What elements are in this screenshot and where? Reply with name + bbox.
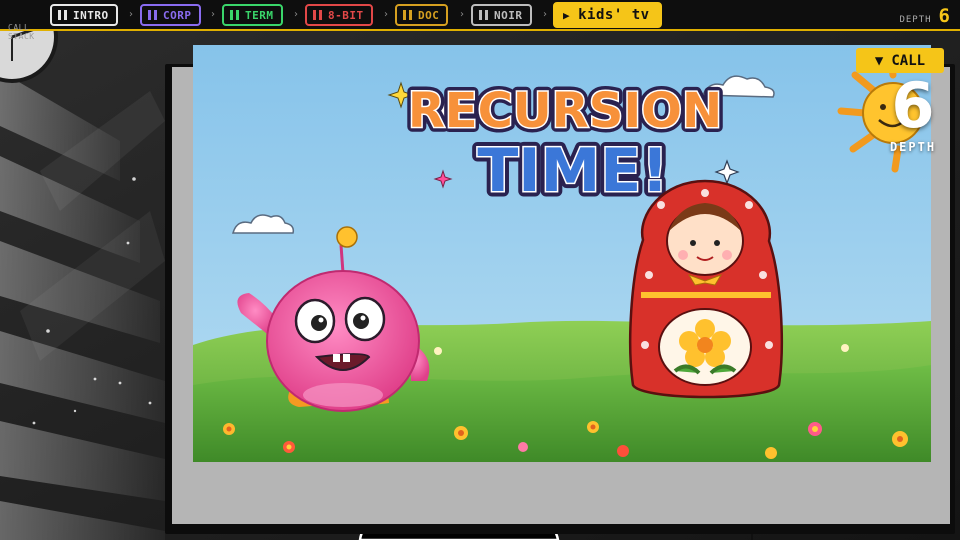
depth-indicator: DEPTH 6 bbox=[899, 5, 950, 27]
chevron-right-icon: › bbox=[543, 9, 547, 20]
chevron-right-icon: › bbox=[460, 9, 464, 20]
stack-frame-corp[interactable]: CORP bbox=[140, 4, 201, 26]
matryoshka-doll-character bbox=[628, 179, 784, 399]
stack-frame-kids-tv-active[interactable]: ▶ kids' tv bbox=[553, 2, 662, 28]
pause-icon bbox=[58, 10, 67, 20]
pause-icon bbox=[313, 10, 322, 20]
chevron-right-icon: › bbox=[294, 9, 298, 20]
tv-screen: RECURSION RECURSION TIME! TIME! bbox=[193, 45, 931, 462]
title-line-2: TIME! bbox=[477, 136, 668, 206]
stack-frame-label: CORP bbox=[163, 8, 192, 22]
stack-frame-term[interactable]: TERM bbox=[222, 4, 283, 26]
stack-frame-label: INTRO bbox=[73, 8, 109, 22]
kids-tv-scene: RECURSION RECURSION TIME! TIME! bbox=[193, 45, 931, 462]
chevron-right-icon: › bbox=[384, 9, 388, 20]
stack-frame-label: TERM bbox=[245, 8, 274, 22]
stack-frame-label: NOIR bbox=[494, 8, 523, 22]
title-line-1: RECURSION bbox=[408, 83, 722, 139]
pause-icon bbox=[403, 10, 412, 20]
stack-frame-intro[interactable]: INTRO bbox=[50, 4, 118, 26]
chevron-right-icon: › bbox=[211, 9, 215, 20]
call-stack-bar: CALL STACK INTRO › CORP › TERM › 8-BIT › … bbox=[0, 0, 960, 41]
depth-overlay-value: 6 bbox=[891, 69, 935, 142]
call-label: CALL bbox=[891, 52, 926, 69]
call-stack-label: CALL STACK bbox=[8, 23, 35, 41]
stack-frame-label: kids' tv bbox=[578, 7, 650, 23]
stack-frame-label: 8-BIT bbox=[328, 8, 364, 22]
depth-overlay: 6 DEPTH bbox=[878, 69, 948, 155]
play-icon: ▶ bbox=[563, 8, 571, 22]
chevron-right-icon: › bbox=[129, 9, 133, 20]
pause-icon bbox=[230, 10, 239, 20]
stack-frame-label: DOC bbox=[418, 8, 440, 22]
pause-icon bbox=[479, 10, 488, 20]
triangle-down-icon: ▼ bbox=[874, 52, 884, 69]
depth-value: 6 bbox=[938, 5, 950, 27]
stack-frame-noir[interactable]: NOIR bbox=[471, 4, 532, 26]
depth-label: DEPTH bbox=[899, 15, 932, 25]
stack-frame-8bit[interactable]: 8-BIT bbox=[305, 4, 373, 26]
depth-overlay-label: DEPTH bbox=[889, 140, 937, 154]
stack-frame-doc[interactable]: DOC bbox=[395, 4, 449, 26]
pause-icon bbox=[148, 10, 157, 20]
